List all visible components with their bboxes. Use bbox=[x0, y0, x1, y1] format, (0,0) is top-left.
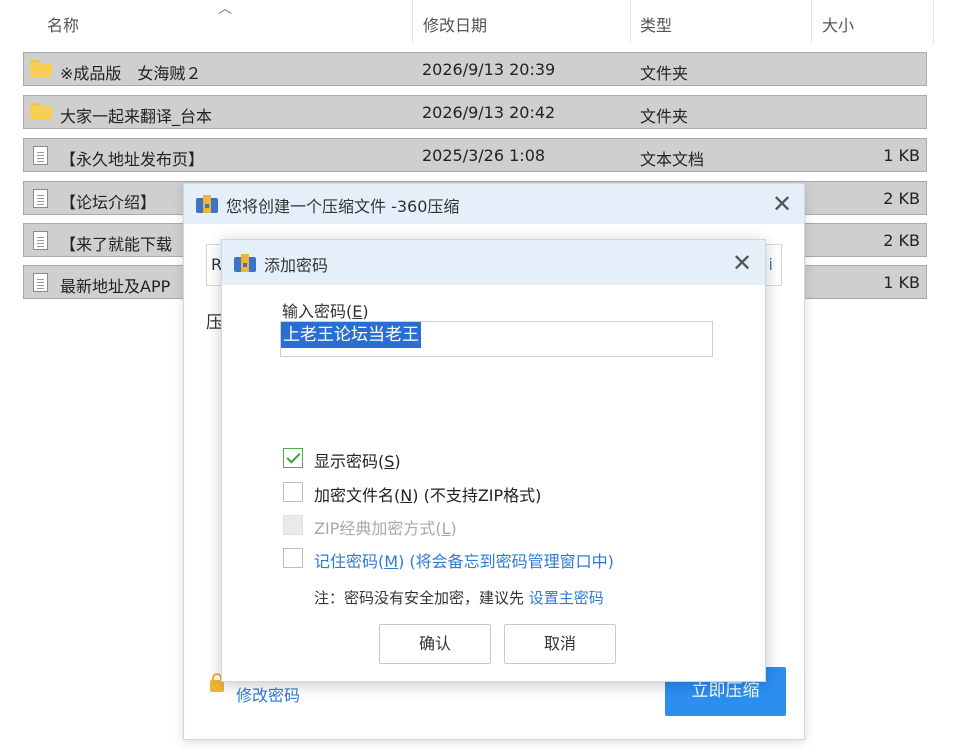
folder-icon bbox=[30, 103, 52, 120]
change-password-link[interactable]: 修改密码 bbox=[236, 682, 300, 706]
password-label: 输入密码(E) bbox=[282, 302, 369, 321]
file-name: 【永久地址发布页】 bbox=[60, 150, 205, 169]
show-password-label[interactable]: 显示密码(S) bbox=[314, 448, 401, 472]
column-divider[interactable] bbox=[811, 0, 812, 44]
file-modified: 2026/9/13 20:39 bbox=[422, 60, 556, 79]
cancel-button[interactable]: 取消 bbox=[504, 624, 616, 664]
file-name: 【论坛介绍】 bbox=[60, 193, 157, 212]
password-dialog-title: 添加密码 bbox=[264, 256, 329, 275]
zip-classic-label: ZIP经典加密方式(L) bbox=[314, 519, 457, 538]
ok-button[interactable]: 确认 bbox=[379, 624, 491, 664]
archive-app-icon bbox=[196, 195, 218, 213]
file-row[interactable]: ※成品版 女海贼２ 2026/9/13 20:39 文件夹 bbox=[23, 52, 927, 86]
browse-button[interactable]: i bbox=[769, 255, 773, 274]
password-dialog-titlebar[interactable]: 添加密码 ✕ bbox=[222, 240, 765, 285]
add-password-dialog: 添加密码 ✕ 输入密码(E) 上老王论坛当老王 显示密码(S) 加密文件名(N)… bbox=[221, 239, 766, 682]
column-name[interactable]: 名称 bbox=[47, 12, 79, 36]
file-size: 1 KB bbox=[883, 273, 920, 292]
password-value: 上老王论坛当老王 bbox=[281, 322, 421, 348]
file-name: ※成品版 女海贼２ bbox=[60, 64, 202, 83]
folder-icon bbox=[30, 60, 52, 77]
remember-password-label[interactable]: 记住密码(M) (将会备忘到密码管理窗口中) bbox=[314, 548, 614, 572]
column-size[interactable]: 大小 bbox=[822, 12, 854, 36]
file-size: 2 KB bbox=[883, 231, 920, 250]
sort-ascending-icon[interactable]: ︿ bbox=[218, 0, 232, 18]
file-row[interactable]: 大家一起来翻译_台本 2026/9/13 20:42 文件夹 bbox=[23, 95, 927, 129]
compress-dialog-title: 您将创建一个压缩文件 -360压缩 bbox=[226, 197, 460, 216]
file-type: 文本文档 bbox=[640, 150, 705, 169]
close-icon[interactable]: ✕ bbox=[772, 192, 792, 216]
archive-app-icon bbox=[234, 254, 256, 272]
document-icon bbox=[30, 273, 48, 292]
set-master-password-link[interactable]: 设置主密码 bbox=[529, 589, 604, 607]
file-type: 文件夹 bbox=[640, 64, 689, 83]
file-modified: 2025/3/26 1:08 bbox=[422, 146, 546, 165]
encrypt-filenames-label[interactable]: 加密文件名(N) (不支持ZIP格式) bbox=[314, 482, 541, 506]
file-type: 文件夹 bbox=[640, 107, 689, 126]
column-divider[interactable] bbox=[933, 0, 934, 44]
column-divider[interactable] bbox=[412, 0, 413, 44]
remember-password-checkbox[interactable] bbox=[283, 548, 303, 568]
document-icon bbox=[30, 231, 48, 250]
file-modified: 2026/9/13 20:42 bbox=[422, 103, 556, 122]
file-size: 2 KB bbox=[883, 189, 920, 208]
security-note: 注：密码没有安全加密，建议先 设置主密码 bbox=[314, 589, 604, 607]
file-row[interactable]: 【永久地址发布页】 2025/3/26 1:08 文本文档 1 KB bbox=[23, 138, 927, 172]
file-name: 大家一起来翻译_台本 bbox=[60, 107, 213, 126]
file-size: 1 KB bbox=[883, 146, 920, 165]
zip-classic-checkbox bbox=[283, 515, 303, 535]
password-input[interactable]: 上老王论坛当老王 bbox=[280, 321, 713, 357]
document-icon bbox=[30, 146, 48, 165]
column-divider[interactable] bbox=[630, 0, 631, 44]
column-type[interactable]: 类型 bbox=[640, 12, 672, 36]
compress-dialog-titlebar[interactable]: 您将创建一个压缩文件 -360压缩 ✕ bbox=[184, 184, 804, 224]
file-name: 【来了就能下载 bbox=[60, 235, 173, 254]
document-icon bbox=[30, 189, 48, 208]
file-name: 最新地址及APP bbox=[60, 277, 171, 296]
show-password-checkbox[interactable] bbox=[283, 448, 303, 468]
encrypt-filenames-checkbox[interactable] bbox=[283, 482, 303, 502]
close-icon[interactable]: ✕ bbox=[732, 251, 752, 275]
column-header: ︿ 名称 修改日期 类型 大小 bbox=[0, 0, 960, 44]
column-modified[interactable]: 修改日期 bbox=[423, 12, 487, 36]
